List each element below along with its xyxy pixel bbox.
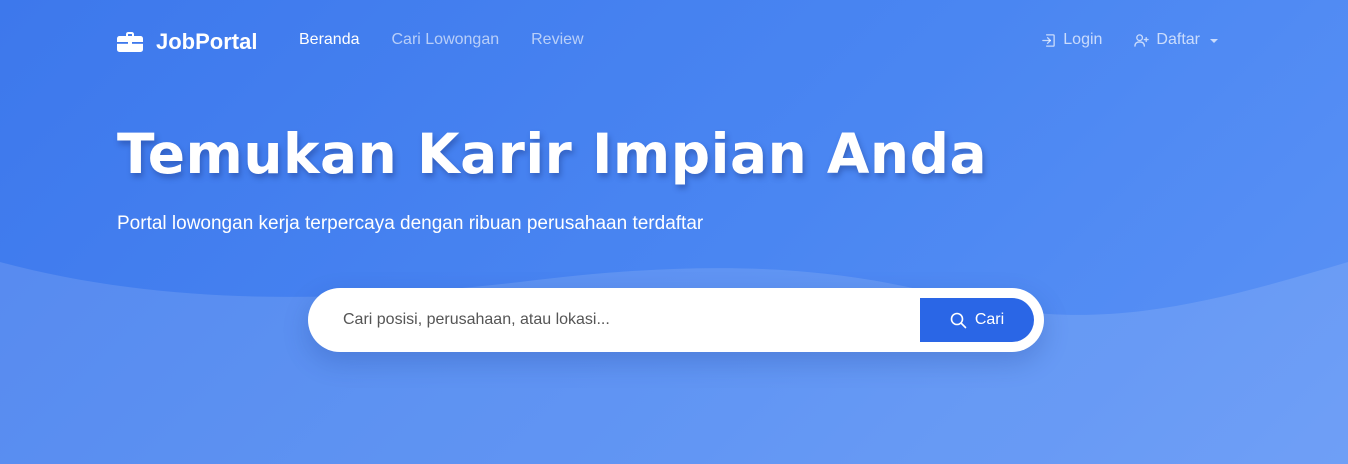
caret-down-icon	[1210, 38, 1218, 43]
nav-link-review[interactable]: Review	[531, 31, 583, 49]
nav-auth: Login Daftar	[1041, 31, 1218, 49]
brand-name: JobPortal	[156, 29, 258, 54]
login-icon	[1041, 33, 1056, 48]
register-dropdown[interactable]: Daftar	[1134, 31, 1218, 49]
search-button-label: Cari	[974, 311, 1005, 328]
nav-link-cari-lowongan[interactable]: Cari Lowongan	[392, 31, 500, 49]
hero-subtitle: Portal lowongan kerja terpercaya dengan …	[117, 213, 704, 234]
search-button[interactable]: Cari	[920, 298, 1034, 342]
register-label: Daftar	[1156, 31, 1200, 48]
search-icon	[950, 312, 967, 329]
login-link[interactable]: Login	[1041, 31, 1102, 49]
user-plus-icon	[1134, 33, 1150, 48]
hero-title: Temukan Karir Impian Anda	[117, 122, 988, 186]
nav-link-beranda[interactable]: Beranda	[299, 31, 360, 49]
briefcase-icon	[117, 31, 143, 53]
search-input[interactable]	[308, 288, 920, 352]
search-form: Cari	[308, 288, 1044, 352]
login-label: Login	[1063, 31, 1103, 48]
brand-logo[interactable]: JobPortal	[117, 27, 257, 57]
nav-links: Beranda Cari Lowongan Review	[299, 31, 584, 49]
navbar: JobPortal Beranda Cari Lowongan Review L…	[0, 0, 1348, 84]
